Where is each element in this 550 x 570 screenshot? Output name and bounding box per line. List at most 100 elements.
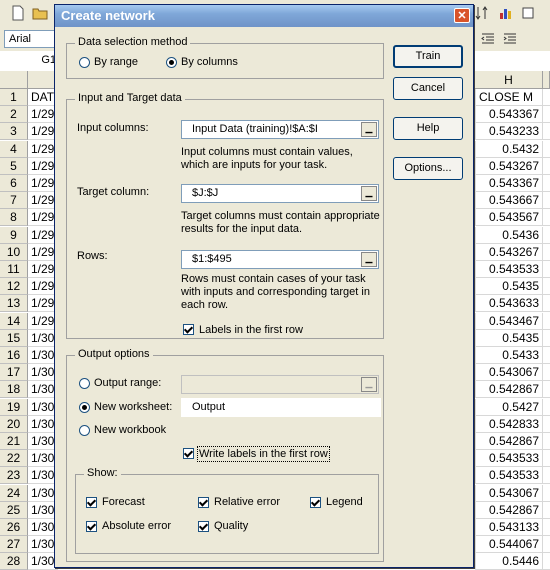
row-header[interactable]: 15: [0, 330, 28, 347]
cell-h[interactable]: 0.543533: [475, 467, 543, 484]
cell-i[interactable]: [543, 364, 550, 381]
cell-i[interactable]: [543, 141, 550, 158]
row-header[interactable]: 1: [0, 89, 28, 106]
forecast-label[interactable]: Forecast: [102, 496, 145, 508]
row-header[interactable]: 21: [0, 433, 28, 450]
row-header[interactable]: 22: [0, 450, 28, 467]
cell-i[interactable]: [543, 313, 550, 330]
cell-i[interactable]: [543, 553, 550, 570]
open-folder-icon[interactable]: [32, 5, 48, 21]
cell-h[interactable]: 0.5436: [475, 227, 543, 244]
cell-i[interactable]: [543, 399, 550, 416]
cell-h[interactable]: 0.5435: [475, 278, 543, 295]
row-header[interactable]: 28: [0, 553, 28, 570]
cancel-button[interactable]: Cancel: [393, 77, 463, 100]
cell-h[interactable]: 0.543367: [475, 175, 543, 192]
cell-i[interactable]: [543, 123, 550, 140]
select-all-corner[interactable]: [0, 71, 28, 89]
write-labels-checkbox[interactable]: [183, 448, 194, 459]
row-header[interactable]: 7: [0, 192, 28, 209]
cell-h[interactable]: 0.543533: [475, 450, 543, 467]
cell-i[interactable]: [543, 106, 550, 123]
cell-i[interactable]: [543, 89, 550, 106]
row-header[interactable]: 14: [0, 313, 28, 330]
new-worksheet-field[interactable]: Output: [181, 398, 381, 417]
row-header[interactable]: 25: [0, 502, 28, 519]
cell-h[interactable]: 0.543067: [475, 364, 543, 381]
new-file-icon[interactable]: [10, 5, 26, 21]
cell-h[interactable]: 0.542867: [475, 433, 543, 450]
row-header[interactable]: 27: [0, 536, 28, 553]
row-header[interactable]: 16: [0, 347, 28, 364]
cell-h[interactable]: 0.543267: [475, 244, 543, 261]
row-header[interactable]: 8: [0, 209, 28, 226]
cell-h[interactable]: 0.544067: [475, 536, 543, 553]
column-header-h[interactable]: H: [475, 71, 543, 89]
cell-i[interactable]: [543, 158, 550, 175]
new-worksheet-label[interactable]: New worksheet:: [94, 401, 172, 413]
output-range-field[interactable]: ▁: [181, 375, 379, 394]
forecast-checkbox[interactable]: [86, 497, 97, 508]
options-button[interactable]: Options...: [393, 157, 463, 180]
target-column-field[interactable]: $J:$J ▁: [181, 184, 379, 203]
dialog-titlebar[interactable]: Create network ✕: [55, 5, 473, 27]
relative-error-label[interactable]: Relative error: [214, 496, 280, 508]
cell-i[interactable]: [543, 175, 550, 192]
write-labels-label[interactable]: Write labels in the first row: [197, 446, 330, 462]
new-workbook-radio[interactable]: [79, 425, 90, 436]
cell-h[interactable]: 0.543267: [475, 158, 543, 175]
cell-i[interactable]: [543, 519, 550, 536]
quality-label[interactable]: Quality: [214, 520, 248, 532]
cell-i[interactable]: [543, 433, 550, 450]
row-header[interactable]: 24: [0, 485, 28, 502]
close-icon[interactable]: ✕: [454, 8, 470, 23]
cell-h[interactable]: 0.542867: [475, 502, 543, 519]
column-header-i[interactable]: [543, 71, 550, 89]
row-header[interactable]: 13: [0, 295, 28, 312]
by-range-radio[interactable]: [79, 57, 90, 68]
row-header[interactable]: 9: [0, 227, 28, 244]
cell-h[interactable]: 0.543533: [475, 261, 543, 278]
relative-error-checkbox[interactable]: [198, 497, 209, 508]
cell-i[interactable]: [543, 261, 550, 278]
collapse-dialog-icon[interactable]: ▁: [361, 122, 377, 137]
rows-field[interactable]: $1:$495 ▁: [181, 250, 379, 269]
cell-h[interactable]: 0.543133: [475, 519, 543, 536]
by-columns-radio[interactable]: [166, 57, 177, 68]
cell-h[interactable]: 0.543233: [475, 123, 543, 140]
help-button[interactable]: Help: [393, 117, 463, 140]
input-columns-field[interactable]: Input Data (training)!$A:$I ▁: [181, 120, 379, 139]
cell-i[interactable]: [543, 192, 550, 209]
cell-h[interactable]: 0.543567: [475, 209, 543, 226]
chart-wizard-icon[interactable]: [498, 5, 514, 21]
cell-i[interactable]: [543, 347, 550, 364]
cell-h[interactable]: 0.5435: [475, 330, 543, 347]
row-header[interactable]: 4: [0, 141, 28, 158]
row-header[interactable]: 6: [0, 175, 28, 192]
cell-h[interactable]: 0.5446: [475, 553, 543, 570]
by-columns-label[interactable]: By columns: [181, 56, 238, 68]
sort-icon[interactable]: [474, 5, 490, 21]
output-range-label[interactable]: Output range:: [94, 377, 161, 389]
train-button[interactable]: Train: [393, 45, 463, 68]
decrease-indent-icon[interactable]: [480, 31, 496, 47]
by-range-label[interactable]: By range: [94, 56, 138, 68]
cell-i[interactable]: [543, 381, 550, 398]
font-name-box[interactable]: Arial: [4, 30, 60, 48]
name-box[interactable]: G1: [0, 51, 59, 69]
legend-label[interactable]: Legend: [326, 496, 363, 508]
row-header[interactable]: 3: [0, 123, 28, 140]
cell-h[interactable]: 0.5432: [475, 141, 543, 158]
cell-i[interactable]: [543, 209, 550, 226]
legend-checkbox[interactable]: [310, 497, 321, 508]
cell-h[interactable]: 0.542833: [475, 416, 543, 433]
cell-h[interactable]: 0.543667: [475, 192, 543, 209]
cell-h[interactable]: 0.5427: [475, 399, 543, 416]
row-header[interactable]: 18: [0, 381, 28, 398]
row-header[interactable]: 23: [0, 467, 28, 484]
row-header[interactable]: 17: [0, 364, 28, 381]
cell-h[interactable]: CLOSE M: [475, 89, 543, 106]
collapse-dialog-icon[interactable]: ▁: [361, 186, 377, 201]
output-range-radio[interactable]: [79, 378, 90, 389]
cell-i[interactable]: [543, 227, 550, 244]
